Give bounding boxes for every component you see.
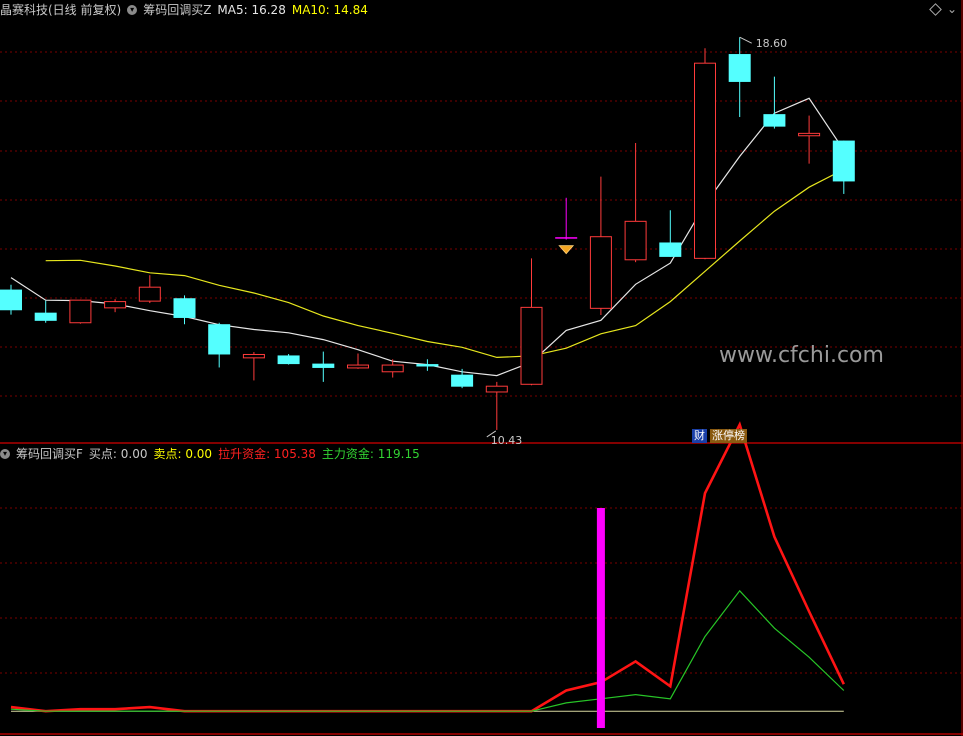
- stock-title[interactable]: 晶赛科技(日线 前复权): [0, 1, 121, 19]
- candle: [173, 295, 196, 325]
- circle-arrow-icon[interactable]: ▾: [127, 5, 138, 15]
- max-price-label: 18.60: [756, 37, 788, 50]
- min-price-label: 10.43: [491, 434, 523, 447]
- ma5-label: MA5: 16.28: [217, 3, 286, 17]
- lashen-label: 拉升资金: 105.38: [218, 447, 316, 461]
- zhuli-label: 主力资金: 119.15: [321, 447, 420, 461]
- candle-body: [242, 353, 265, 359]
- candle-body: [138, 286, 161, 302]
- max-price-pointer: [739, 36, 752, 44]
- candle-body: [659, 242, 682, 257]
- candle: [451, 368, 474, 389]
- candle-body: [34, 312, 57, 321]
- candle-body: [451, 374, 474, 387]
- candle-body: [589, 236, 612, 309]
- candle-body: [694, 62, 716, 259]
- candle-body: [381, 364, 404, 373]
- candle: [277, 353, 300, 365]
- candle-body: [347, 364, 369, 369]
- candle-body: [416, 364, 439, 367]
- candle-body: [832, 140, 855, 182]
- candle-body: [485, 385, 508, 393]
- sub-indicator: [10, 421, 845, 728]
- gem-icon: [558, 245, 575, 255]
- candle-body: [798, 132, 821, 137]
- candle: [624, 142, 647, 263]
- sub-header: ▾ 筹码回调买F 买点: 0.00 卖点: 0.00 拉升资金: 105.38 …: [0, 445, 426, 463]
- candle: [242, 352, 265, 381]
- badge-zhangting[interactable]: 涨停榜: [710, 429, 747, 443]
- candle: [312, 351, 335, 382]
- candle-body: [728, 54, 751, 82]
- candle-body: [0, 289, 22, 311]
- candle: [208, 322, 231, 368]
- ma10-line: [45, 168, 845, 359]
- badge-cai[interactable]: 财: [692, 429, 707, 443]
- sell-label: 卖点: 0.00: [153, 447, 213, 461]
- candle: [798, 115, 821, 164]
- circle-arrow-icon[interactable]: ▾: [0, 449, 10, 459]
- candle: [347, 353, 369, 369]
- ma5-line: [10, 97, 845, 377]
- chart-frame: [0, 0, 963, 736]
- candle-body: [312, 363, 335, 368]
- candle: [659, 210, 682, 257]
- caret-icon[interactable]: ⌄: [947, 0, 957, 18]
- candle: [763, 76, 786, 129]
- watermark: www.cfchi.com: [719, 343, 884, 368]
- chart-canvas: 10.43 18.60: [0, 0, 963, 736]
- candle-body: [173, 298, 196, 318]
- candlesticks: [0, 37, 855, 430]
- lashen-line: [10, 421, 845, 713]
- candle: [520, 258, 543, 386]
- candle-body: [520, 306, 543, 385]
- zhuli-line: [10, 589, 845, 712]
- candle: [0, 284, 22, 315]
- candle: [728, 37, 751, 118]
- candle: [416, 359, 439, 371]
- candle: [589, 176, 612, 316]
- candle-body: [624, 220, 647, 261]
- moving-average-lines: [10, 97, 845, 377]
- candle: [69, 299, 92, 324]
- candle: [138, 275, 161, 304]
- candle-body: [763, 114, 786, 127]
- indicator-name[interactable]: 筹码回调买Z: [143, 1, 211, 19]
- candle: [104, 299, 127, 313]
- candle: [485, 381, 508, 430]
- candle: [832, 140, 855, 194]
- candle-body: [208, 324, 231, 355]
- candle-body: [555, 237, 578, 239]
- candle-body: [104, 301, 127, 309]
- candle-body: [277, 355, 300, 365]
- ma10-label: MA10: 14.84: [291, 3, 368, 17]
- buy-label: 买点: 0.00: [88, 447, 148, 461]
- candle: [34, 300, 57, 323]
- sub-indicator-name[interactable]: 筹码回调买F: [16, 445, 83, 463]
- candle-body: [69, 299, 92, 324]
- buy-signal-bar: [596, 508, 605, 728]
- main-header: 晶赛科技(日线 前复权) ▾ 筹码回调买Z MA5: 16.28 MA10: 1…: [0, 1, 374, 19]
- candle: [555, 197, 578, 240]
- candle: [694, 48, 716, 260]
